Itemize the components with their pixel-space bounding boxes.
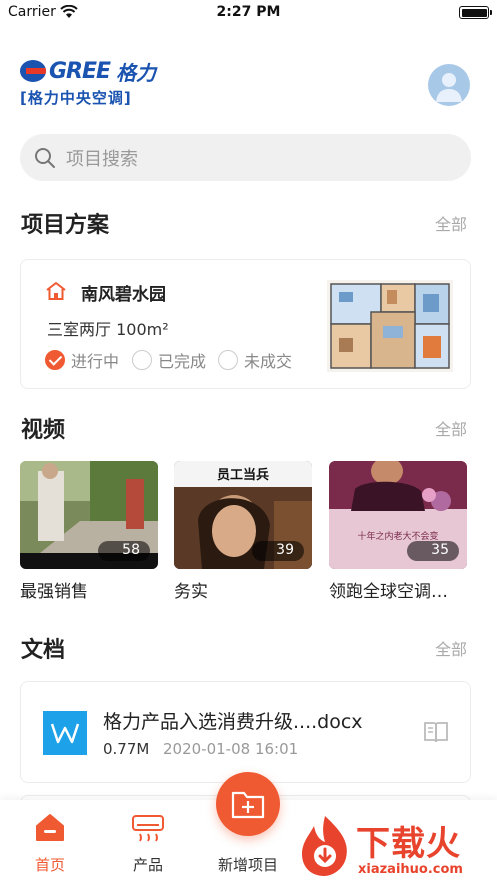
video-item[interactable]: 十年之内老大不会变 35 领跑全球空调…: [329, 461, 467, 602]
logo-cn: 格力: [116, 60, 157, 85]
status-label: 已完成: [158, 352, 207, 371]
video-thumbnail: 员工当兵 39: [174, 461, 312, 569]
air-conditioner-icon: [132, 815, 164, 842]
tab-label: 首页: [34, 856, 65, 874]
video-caption: 员工当兵: [216, 468, 269, 483]
video-title: 务实: [174, 582, 208, 602]
radio-icon: [132, 350, 152, 370]
video-item[interactable]: 58 最强销售: [20, 461, 158, 602]
home-icon: [46, 282, 66, 300]
radio-icon: [218, 350, 238, 370]
watermark-url: xiazaihuo.com: [358, 862, 463, 877]
video-thumbnail: 58: [20, 461, 158, 569]
add-project-label: 新增项目: [217, 856, 278, 874]
video-count: 58: [98, 541, 150, 561]
project-card[interactable]: 南风碧水园 三室两厅 100m² 进行中 已完成 未成交: [20, 259, 471, 389]
project-spec: 三室两厅 100m²: [47, 320, 169, 339]
search-placeholder: 项目搜索: [66, 148, 138, 170]
battery-icon: [459, 6, 492, 19]
status-not-closed[interactable]: 未成交: [218, 348, 292, 372]
status-completed[interactable]: 已完成: [132, 348, 206, 372]
home-icon: [36, 814, 64, 841]
status-label: 进行中: [71, 352, 120, 371]
project-name: 南风碧水园: [81, 285, 166, 305]
search-input[interactable]: 项目搜索: [20, 134, 471, 181]
documents-more-link[interactable]: 全部: [435, 636, 467, 660]
video-title: 最强销售: [20, 582, 88, 602]
add-project-button[interactable]: [216, 772, 280, 836]
word-file-icon: [43, 711, 87, 755]
user-avatar-icon[interactable]: [428, 64, 470, 106]
projects-section-title: 项目方案: [21, 213, 110, 238]
video-thumbnail: 十年之内老大不会变 35: [329, 461, 467, 569]
video-count: 39: [252, 541, 304, 561]
add-folder-icon: [231, 791, 265, 819]
floorplan-image: [327, 280, 453, 372]
logo-sub: [格力中央空调]: [20, 89, 132, 107]
watermark-logo: 下载火 xiazaihuo.com: [296, 812, 492, 880]
document-time: 2020-01-08 16:01: [163, 740, 299, 758]
open-book-icon[interactable]: [422, 718, 450, 746]
status-time: 2:27 PM: [216, 4, 281, 20]
checked-radio-icon: [45, 350, 65, 370]
document-name: 格力产品入选消费升级....docx: [103, 711, 363, 733]
video-count: 35: [407, 541, 459, 561]
tab-products[interactable]: 产品: [108, 810, 188, 875]
documents-section-title: 文档: [21, 638, 66, 663]
video-title: 领跑全球空调…: [329, 582, 448, 602]
video-item[interactable]: 员工当兵 39 务实: [174, 461, 312, 602]
projects-more-link[interactable]: 全部: [435, 211, 467, 235]
watermark-text: 下载火: [356, 824, 461, 864]
logo-word: GREE: [49, 58, 111, 84]
gree-logo-mark-icon: [20, 60, 46, 82]
tab-home[interactable]: 首页: [10, 810, 90, 875]
videos-more-link[interactable]: 全部: [435, 416, 467, 440]
gree-logo: GREE 格力 [格力中央空调]: [20, 58, 180, 108]
videos-section-title: 视频: [21, 418, 66, 443]
document-item[interactable]: 格力产品入选消费升级....docx 0.77M 2020-01-08 16:0…: [20, 681, 471, 783]
tab-label: 产品: [132, 856, 163, 874]
document-size: 0.77M: [103, 740, 150, 758]
flame-icon: [302, 816, 347, 876]
status-label: 未成交: [244, 352, 293, 371]
status-bar: Carrier 2:27 PM: [0, 0, 497, 28]
status-in-progress[interactable]: 进行中: [45, 348, 119, 372]
search-icon: [35, 147, 55, 168]
